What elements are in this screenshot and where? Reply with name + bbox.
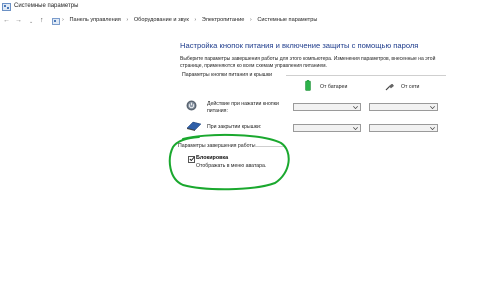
chevron-down-icon <box>353 127 358 130</box>
breadcrumb-system-settings[interactable]: Системные параметры <box>257 17 317 23</box>
address-bar: ← → ⌄ ↑ › Панель управления › Оборудован… <box>0 15 493 29</box>
laptop-lid-icon <box>186 121 202 131</box>
power-button-icon <box>186 100 197 111</box>
page-description: Выберите параметры завершения работы для… <box>180 56 436 69</box>
control-panel-icon <box>2 3 11 11</box>
window-title: Системные параметры <box>14 3 79 9</box>
breadcrumb-separator-icon: › <box>194 17 197 23</box>
recent-pages-chevron-icon[interactable]: ⌄ <box>29 17 33 27</box>
lid-close-battery-select[interactable] <box>293 124 361 132</box>
breadcrumb-power-options[interactable]: Электропитание <box>202 17 245 23</box>
breadcrumb-control-panel[interactable]: Панель управления <box>69 17 120 23</box>
page-title: Настройка кнопок питания и включение защ… <box>180 41 419 50</box>
up-arrow-icon[interactable]: ↑ <box>40 16 44 26</box>
section-divider <box>286 75 446 76</box>
back-arrow-icon[interactable]: ← <box>3 16 10 26</box>
lid-close-plugged-select[interactable] <box>369 124 438 132</box>
plug-icon <box>385 84 394 91</box>
breadcrumb-separator-icon: › <box>62 17 64 23</box>
power-button-plugged-select[interactable] <box>369 103 438 111</box>
control-panel-icon <box>52 18 60 25</box>
power-buttons-section-title: Параметры кнопки питания и крышки <box>182 72 273 78</box>
chevron-down-icon <box>430 127 435 130</box>
forward-arrow-icon[interactable]: → <box>15 16 22 26</box>
chevron-down-icon <box>430 106 435 109</box>
highlight-annotation <box>168 133 290 191</box>
lid-close-label: При закрытии крышки: <box>207 124 262 130</box>
breadcrumb-separator-icon: › <box>126 17 129 23</box>
breadcrumb-separator-icon: › <box>249 17 252 23</box>
column-battery-label: От батареи <box>320 84 348 90</box>
power-button-battery-select[interactable] <box>293 103 361 111</box>
breadcrumb: › Панель управления › Оборудование и зву… <box>62 17 317 23</box>
column-plugged-label: От сети <box>401 84 420 90</box>
battery-icon <box>305 80 311 91</box>
breadcrumb-hardware-sound[interactable]: Оборудование и звук <box>134 17 189 23</box>
title-bar: Системные параметры <box>0 0 493 16</box>
chevron-down-icon <box>353 106 358 109</box>
power-button-action-label: Действие при нажатии кнопки питания: <box>207 101 279 114</box>
